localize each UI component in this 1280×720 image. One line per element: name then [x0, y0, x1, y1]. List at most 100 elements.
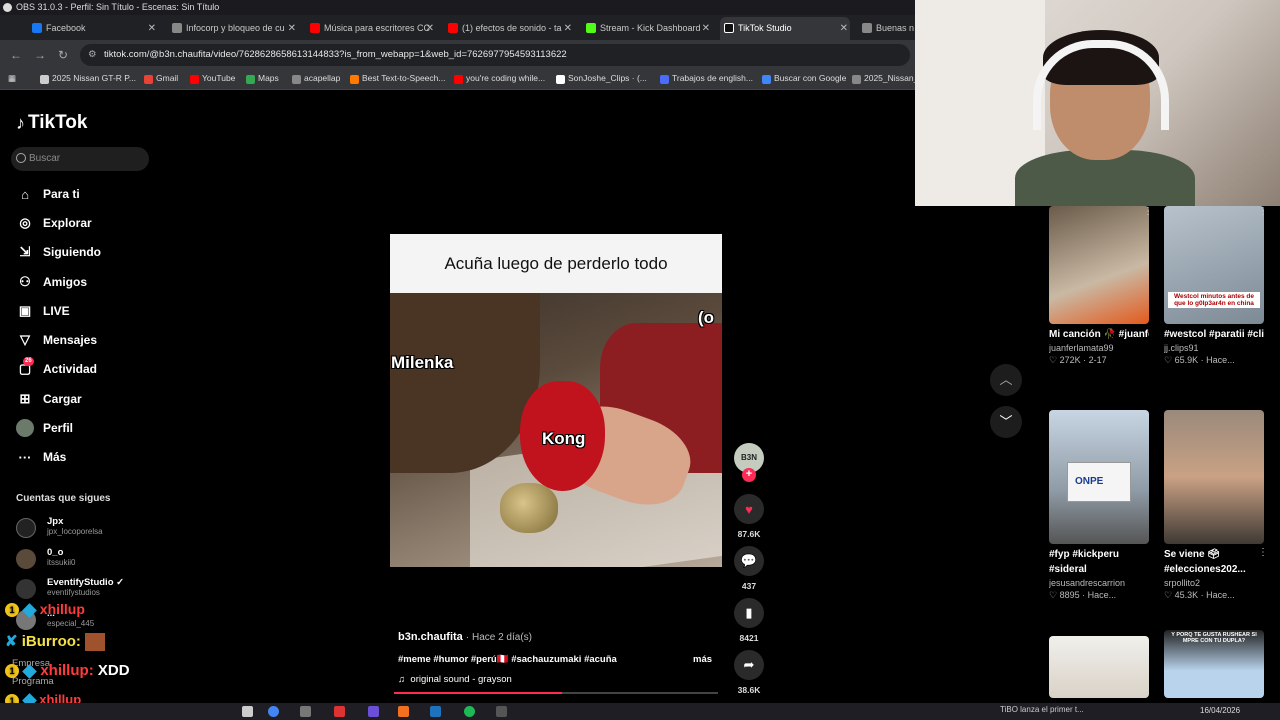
- follow-button[interactable]: +: [742, 468, 756, 482]
- save-button[interactable]: ▮ 8421: [734, 598, 764, 643]
- tab-efectos[interactable]: (1) efectos de sonido - ta ✕: [444, 17, 574, 40]
- taskview-icon[interactable]: [242, 706, 253, 717]
- nav-siguiendo[interactable]: ⇲ Siguiendo: [16, 240, 101, 264]
- bookmarks-bar: ▦ 2025 Nissan GT-R P... Gmail YouTube Ma…: [0, 70, 918, 90]
- bookmark-youtube[interactable]: YouTube: [190, 73, 235, 84]
- close-icon[interactable]: ✕: [288, 17, 296, 40]
- share-count: 38.6K: [737, 685, 761, 695]
- home-icon: ⌂: [21, 186, 29, 202]
- back-icon[interactable]: ←: [10, 48, 22, 62]
- address-bar[interactable]: ⚙ tiktok.com/@b3n.chaufita/video/7628628…: [80, 44, 910, 66]
- taskbar-news[interactable]: TiBO lanza el primer t...: [1000, 705, 1084, 714]
- app-icon[interactable]: [300, 706, 311, 717]
- app-icon[interactable]: [334, 706, 345, 717]
- globe-icon: [862, 23, 872, 33]
- tab-facebook[interactable]: Facebook ✕: [28, 17, 158, 40]
- video-thumbnail: [1164, 410, 1264, 544]
- nav-live[interactable]: ▣ LIVE: [16, 299, 70, 323]
- tiktok-logo[interactable]: ♪ TikTok: [16, 112, 87, 134]
- label-kong: Kong: [542, 429, 586, 448]
- more-options-icon[interactable]: ⋮: [1143, 206, 1153, 217]
- chrome-icon[interactable]: [268, 706, 279, 717]
- reload-icon[interactable]: ↻: [58, 48, 68, 62]
- globe-icon: [172, 23, 182, 33]
- more-button[interactable]: más: [693, 654, 712, 665]
- more-options-icon[interactable]: ⋮: [1258, 206, 1268, 217]
- video-player[interactable]: Acuña luego de perderlo todo Milenka Kon…: [390, 234, 722, 567]
- browser-tab-strip: Facebook ✕ Infocorp y bloqueo de cu ✕ Músi…: [0, 15, 915, 40]
- nav-amigos[interactable]: ⚇ Amigos: [16, 270, 87, 294]
- tab-kick[interactable]: Stream - Kick Dashboard ✕: [582, 17, 712, 40]
- obs-title-bar: OBS 31.0.3 - Perfil: Sin Título - Escena…: [0, 0, 915, 15]
- nav-mensajes[interactable]: ▽ Mensajes: [16, 328, 97, 352]
- app-icon[interactable]: [430, 706, 441, 717]
- video-sound[interactable]: ♫ original sound - grayson: [398, 674, 512, 685]
- bookmark-maps[interactable]: Maps: [246, 73, 279, 84]
- nav-explorar[interactable]: ◎ Explorar: [16, 211, 91, 235]
- bookmark-coding[interactable]: you're coding while...: [454, 73, 545, 84]
- gem-badge-icon: [22, 663, 38, 679]
- bookmark-nissan[interactable]: 2025 Nissan GT-R P...: [40, 73, 136, 84]
- recommended-video[interactable]: Mi canción 🥀 #juanferlamata ⋮ juanferlam…: [1049, 206, 1153, 366]
- nav-actividad[interactable]: ▢ 26 Actividad: [16, 357, 97, 381]
- tab-buenas[interactable]: Buenas n: [858, 17, 915, 40]
- globe-icon: [660, 75, 669, 84]
- nav-perfil[interactable]: Perfil: [16, 416, 73, 440]
- bookmark-gmail[interactable]: Gmail: [144, 73, 178, 84]
- nav-mas[interactable]: ··· Más: [16, 445, 67, 469]
- like-button[interactable]: ♥ 87.6K: [734, 494, 764, 539]
- recommended-video[interactable]: Westcol minutos antes de que lo g0lp3ar4…: [1164, 206, 1268, 366]
- bookmark-google[interactable]: Buscar con Google: [762, 73, 846, 84]
- bookmark-nissan-2[interactable]: 2025_Nissan_: [852, 73, 918, 84]
- emote-icon: [85, 633, 106, 652]
- next-video-button[interactable]: ﹀: [990, 406, 1022, 438]
- obs-icon: [3, 3, 12, 12]
- forward-icon[interactable]: →: [34, 48, 46, 62]
- messages-icon: ▽: [20, 332, 30, 347]
- recommended-video[interactable]: [1049, 636, 1149, 698]
- close-icon[interactable]: ✕: [564, 17, 572, 40]
- nav-cargar[interactable]: ⊞ Cargar: [16, 387, 82, 411]
- search-input[interactable]: Buscar: [11, 147, 149, 171]
- tiktok-icon: [724, 23, 734, 33]
- share-button[interactable]: ➦ 38.6K: [734, 650, 764, 695]
- previous-video-button[interactable]: ︿: [990, 364, 1022, 396]
- video-author[interactable]: b3n.chaufita · Hace 2 día(s): [398, 631, 532, 643]
- app-icon[interactable]: [398, 706, 409, 717]
- video-caption: Acuña luego de perderlo todo: [390, 234, 722, 293]
- bookmark-tts[interactable]: Best Text-to-Speech...: [350, 73, 445, 84]
- close-icon[interactable]: ✕: [148, 17, 156, 40]
- bookmark-acapellap[interactable]: acapellap: [292, 73, 340, 84]
- close-icon[interactable]: ✕: [426, 17, 434, 40]
- google-icon: [762, 75, 771, 84]
- video-hashtags[interactable]: #meme #humor #perú🇵🇪 #sachauzumaki #acuñ…: [398, 654, 617, 665]
- tab-musica[interactable]: Música para escritores CC ✕: [306, 17, 436, 40]
- recommended-video[interactable]: Y PORQ TE GUSTA RUSHEAR SI MPRE CON TU D…: [1164, 630, 1264, 698]
- comment-button[interactable]: 💬 437: [734, 546, 764, 591]
- recommended-video[interactable]: Se viene 🗳 #elecciones202... ⋮ srpollito…: [1164, 410, 1268, 601]
- close-icon[interactable]: ✕: [702, 17, 710, 40]
- site-info-icon[interactable]: ⚙: [88, 44, 97, 66]
- bookmark-sonjoshe[interactable]: SonJoshe_Clips · (...: [556, 73, 647, 84]
- tab-tiktok-studio[interactable]: TikTok Studio ✕: [720, 17, 850, 40]
- tab-infocorp[interactable]: Infocorp y bloqueo de cu ✕: [168, 17, 298, 40]
- heart-outline-icon: ♡: [1164, 590, 1173, 600]
- avatar: [16, 549, 36, 569]
- more-icon: ···: [18, 449, 32, 465]
- recommended-video[interactable]: ONPE #fyp #kickperu #sideral jesusandres…: [1049, 410, 1149, 601]
- apps-icon[interactable]: ▦: [8, 73, 16, 84]
- tts-icon: [350, 75, 359, 84]
- nav-para-ti[interactable]: ⌂ Para ti: [16, 182, 80, 206]
- more-options-icon[interactable]: ⋮: [1258, 547, 1268, 558]
- video-thumbnail: [1049, 206, 1149, 324]
- youtube-icon: [448, 23, 458, 33]
- close-icon[interactable]: ✕: [840, 17, 848, 40]
- spotify-icon[interactable]: [464, 706, 475, 717]
- video-progress-bar[interactable]: [394, 692, 718, 694]
- app-icon[interactable]: [368, 706, 379, 717]
- youtube-icon: [454, 75, 463, 84]
- bookmark-english[interactable]: Trabajos de english...: [660, 73, 753, 84]
- music-note-icon: ♫: [398, 674, 406, 685]
- app-icon[interactable]: [496, 706, 507, 717]
- comment-count: 437: [741, 581, 757, 591]
